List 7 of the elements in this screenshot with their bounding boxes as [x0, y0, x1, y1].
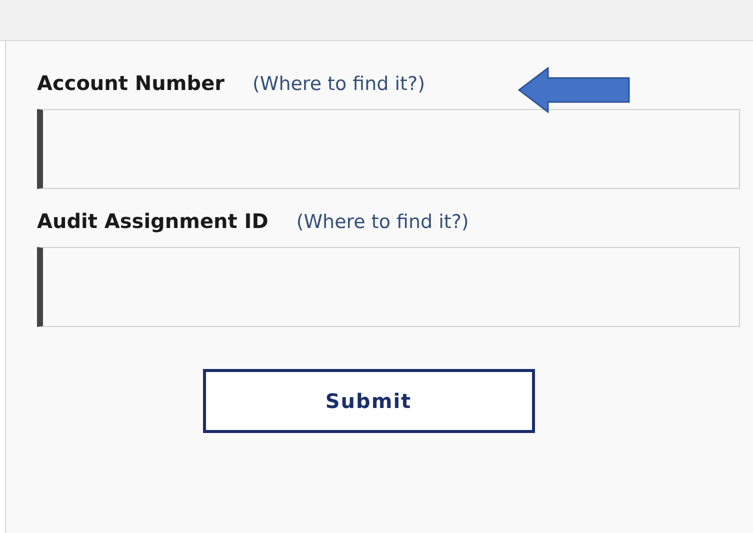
- input-field[interactable]: [37, 247, 740, 327]
- submit-button[interactable]: Submit: [202, 369, 534, 433]
- field-label: Audit Assignment ID: [37, 209, 268, 233]
- help-link[interactable]: (Where to find it?): [252, 73, 426, 95]
- help-link[interactable]: (Where to find it?): [296, 211, 469, 233]
- input-field[interactable]: [37, 109, 740, 189]
- field-label: Account Number: [37, 71, 224, 95]
